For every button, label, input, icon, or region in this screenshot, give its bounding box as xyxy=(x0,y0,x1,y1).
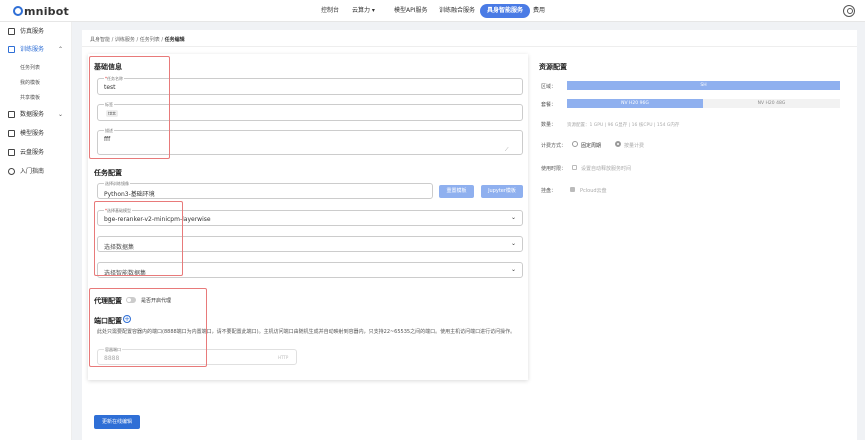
billing-usage-radio[interactable] xyxy=(615,141,621,147)
crumb-training[interactable]: 训练服务 xyxy=(115,37,135,43)
sidebar-item-data[interactable]: 数据服务 ⌄ xyxy=(0,108,72,122)
resource-summary: 资源配置：1 GPU | 96 G显存 | 16 核CPU | 154 G内存 xyxy=(567,123,680,128)
update-online-edit-button[interactable]: 更新在线编辑 xyxy=(94,415,140,429)
simulation-icon xyxy=(8,28,15,35)
chevron-down-icon: ⌄ xyxy=(58,111,64,118)
nav-model-api[interactable]: 模型API服务 xyxy=(394,4,428,18)
nav-embodied-ai[interactable]: 具身智能服务 xyxy=(480,4,531,18)
resource-panel xyxy=(533,54,853,204)
crumb-task-list[interactable]: 任务列表 xyxy=(140,37,160,43)
image-select-field[interactable]: 选择训练镜像 Python3-基础环境 xyxy=(97,181,433,199)
billing-fixed-radio[interactable] xyxy=(572,141,578,147)
chevron-up-icon: ⌃ xyxy=(58,46,64,53)
top-navbar: mnibot 控制台 云算力 ▾ 模型API服务 训练融合服务 具身智能服务 费… xyxy=(0,0,865,22)
jupyter-template-button[interactable]: Jupyter模板 xyxy=(481,185,523,198)
crumb-embodied[interactable]: 具身智能 xyxy=(90,37,110,43)
highlight-basic-info xyxy=(89,56,170,159)
task-config-title: 任务配置 xyxy=(94,169,122,177)
port-protocol: HTTP xyxy=(278,355,289,360)
nav-billing[interactable]: 费用 xyxy=(533,4,545,18)
highlight-proxy-port xyxy=(89,288,207,367)
auto-release-checkbox[interactable] xyxy=(572,165,577,170)
gpu-option-h20-48g[interactable]: NV H20 48G xyxy=(703,99,840,108)
reset-template-button[interactable]: 重置模板 xyxy=(439,185,474,198)
sidebar-item-simulation[interactable]: 仿真服务 xyxy=(0,25,72,39)
sidebar-sub-shared-templates[interactable]: 共享模板 xyxy=(20,94,40,101)
sidebar-item-guide[interactable]: 入门指南 xyxy=(0,165,72,179)
resize-handle-icon[interactable]: ⟋ xyxy=(505,147,509,153)
logo-o-icon xyxy=(13,6,23,16)
breadcrumb: 具身智能 / 训练服务 / 任务列表 / 任务编辑 xyxy=(90,37,185,43)
cloud-disk-icon xyxy=(8,149,15,156)
crumb-current: 任务编辑 xyxy=(164,37,185,43)
shield-icon xyxy=(8,46,15,53)
sidebar-sub-task-list[interactable]: 任务列表 xyxy=(20,64,40,71)
sidebar: 仿真服务 训练服务 ⌃ 任务列表 我的模板 共享模板 数据服务 ⌄ 模型服务 云盘服… xyxy=(0,22,72,440)
highlight-task-config xyxy=(94,201,183,276)
chevron-down-icon: ⌄ xyxy=(511,266,517,273)
gear-icon xyxy=(8,168,15,175)
sidebar-item-model[interactable]: 模型服务 xyxy=(0,127,72,141)
divider xyxy=(82,46,857,47)
pcloud-checkbox[interactable] xyxy=(570,187,575,192)
sidebar-item-cloud-disk[interactable]: 云盘服务 xyxy=(0,146,72,160)
region-option-sh[interactable]: SH xyxy=(567,81,840,90)
chevron-down-icon: ⌄ xyxy=(511,214,517,221)
sidebar-item-training[interactable]: 训练服务 ⌃ xyxy=(0,43,72,57)
nav-train-fusion[interactable]: 训练融合服务 xyxy=(439,4,475,18)
nav-cloud-compute[interactable]: 云算力 ▾ xyxy=(352,4,375,18)
gpu-option-h20-96g[interactable]: NV H20 96G xyxy=(567,99,703,108)
model-icon xyxy=(8,130,15,137)
chevron-down-icon: ⌄ xyxy=(511,240,517,247)
omnibot-logo[interactable]: mnibot xyxy=(13,5,69,18)
nav-console[interactable]: 控制台 xyxy=(321,4,339,18)
sidebar-sub-my-templates[interactable]: 我的模板 xyxy=(20,79,40,86)
database-icon xyxy=(8,111,15,118)
resource-config-title: 资源配置 xyxy=(539,63,567,71)
image-value: Python3-基础环境 xyxy=(104,191,155,198)
user-avatar-icon[interactable] xyxy=(843,5,855,17)
